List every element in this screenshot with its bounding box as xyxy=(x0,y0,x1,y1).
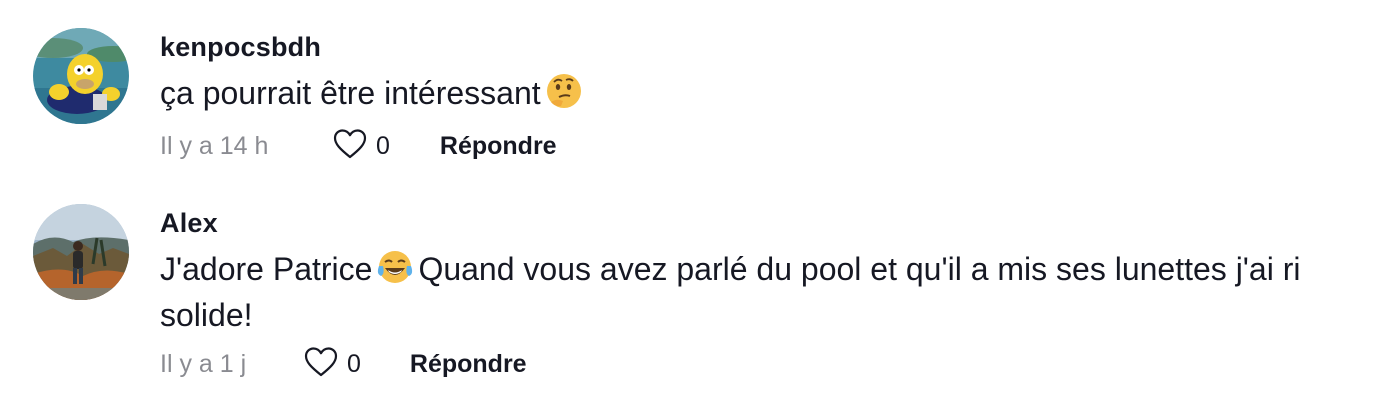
reply-button[interactable]: Répondre xyxy=(410,350,527,379)
comment-text-before: J'adore Patrice xyxy=(160,251,373,287)
comment-item: kenpocsbdh ça pourrait être intéressant … xyxy=(0,0,1390,190)
like-count: 0 xyxy=(376,131,390,160)
comment-meta: Il y a 14 h 0 Répondre xyxy=(160,126,557,166)
comment-username[interactable]: kenpocsbdh xyxy=(160,32,321,63)
comment-time: Il y a 14 h xyxy=(160,131,269,160)
comment-text-body: ça pourrait être intéressant xyxy=(160,75,541,111)
like-count: 0 xyxy=(347,349,361,378)
comment-username[interactable]: Alex xyxy=(160,208,218,239)
heart-outline-icon[interactable] xyxy=(303,346,339,383)
comment-time: Il y a 1 j xyxy=(160,349,247,378)
comment-text: ça pourrait être intéressant xyxy=(160,72,1350,119)
reply-button[interactable]: Répondre xyxy=(440,132,557,161)
thinking-face-icon xyxy=(545,72,583,119)
like-button[interactable]: 0 xyxy=(303,346,361,383)
avatar[interactable] xyxy=(33,28,129,124)
avatar[interactable] xyxy=(33,204,129,300)
like-button[interactable]: 0 xyxy=(332,128,390,165)
comment-item: Alex J'adore Patrice Quand vous avez par… xyxy=(0,190,1390,410)
heart-outline-icon[interactable] xyxy=(332,128,368,165)
tears-of-joy-icon xyxy=(376,248,414,295)
comment-meta: Il y a 1 j 0 Répondre xyxy=(160,344,527,384)
comment-text: J'adore Patrice Quand vous avez parlé du… xyxy=(160,248,1350,335)
